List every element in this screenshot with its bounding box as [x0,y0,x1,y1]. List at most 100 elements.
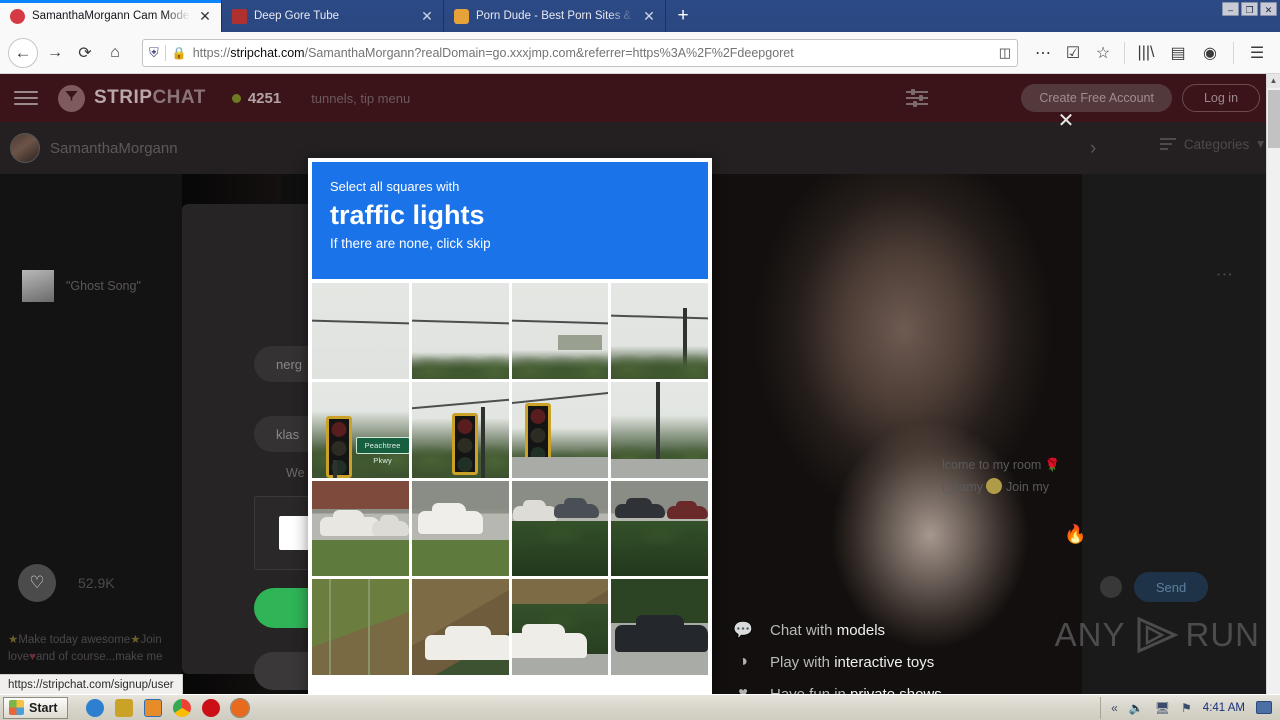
perk-item: 💬 Chat with models [732,614,978,646]
maximize-button[interactable]: ❐ [1241,2,1258,16]
expand-tray-icon[interactable]: « [1111,701,1118,715]
show-desktop-icon[interactable] [1256,701,1272,714]
internet-explorer-icon[interactable] [86,698,105,717]
parked-car [554,498,599,519]
tab-title: SamanthaMorgann Cam Model: Fr [32,10,190,22]
chevron-down-icon: ▾ [1257,136,1264,151]
categories-label: Categories [1183,136,1250,152]
captcha-tile-r4c1[interactable] [312,579,409,676]
power-line [611,314,708,320]
start-button[interactable]: Start [3,696,69,719]
filter-sliders-icon[interactable] [906,89,928,107]
signal-pole [333,460,338,478]
scroll-up-icon[interactable]: ▲ [1267,74,1280,88]
reload-button[interactable]: ⟳ [70,38,100,68]
account-icon[interactable]: ◉ [1195,38,1225,68]
pocket-icon[interactable]: ☑ [1058,38,1088,68]
song-title: "Ghost Song" [66,279,141,293]
create-free-account-button[interactable]: Create Free Account [1021,84,1172,112]
captcha-tile-r3c2[interactable] [411,480,509,577]
back-button[interactable]: ← [8,37,38,68]
explorer-icon[interactable] [115,698,134,717]
home-button[interactable]: ⌂ [100,38,130,68]
tab-close-icon[interactable]: ✕ [641,8,657,25]
captcha-grid: Peachtree Pkwy [312,283,708,676]
page-scrollbar[interactable]: ▲ [1266,74,1280,694]
captcha-tile-r4c2[interactable] [411,579,509,676]
captcha-tile-r1c2[interactable] [411,283,509,379]
forward-button[interactable]: → [40,38,70,68]
watermark-text-left: ANY [1054,616,1126,653]
captcha-tile-r1c3[interactable] [511,283,609,379]
opera-icon[interactable] [202,698,221,717]
toolbar-separator [1233,41,1234,64]
emoji-picker-button[interactable] [1100,576,1122,598]
address-bar[interactable]: ⛨ 🔒 https://stripchat.com/SamanthaMorgan… [142,38,1018,67]
chrome-icon[interactable] [173,698,192,717]
captcha-tile-r3c4[interactable] [611,480,708,577]
flag-icon[interactable]: ⚑ [1181,701,1192,715]
captcha-tile-r4c4[interactable] [611,579,708,676]
close-icon[interactable]: ✕ [1055,110,1077,132]
tab-title: Deep Gore Tube [254,10,340,22]
sidebar-icon[interactable]: ▤ [1163,38,1193,68]
app-menu-icon[interactable]: ☰ [1242,38,1272,68]
close-window-button[interactable]: ✕ [1260,2,1277,16]
browser-tab-2[interactable]: Deep Gore Tube ✕ [222,0,444,32]
bookmark-star-icon[interactable]: ☆ [1088,38,1118,68]
tab-close-icon[interactable]: ✕ [197,8,213,25]
captcha-tile-r2c1[interactable]: Peachtree Pkwy [312,381,409,478]
street-sign: Peachtree Pkwy [355,437,409,465]
power-line [411,397,509,411]
stripchat-logo[interactable]: STRIPCHAT [58,84,206,112]
tab-close-icon[interactable]: ✕ [419,8,435,25]
page-viewport: STRIPCHAT 4251 tunnels, tip menu Create … [0,74,1280,694]
chat-username: r_samy [942,480,983,494]
smiley-emoji-icon [986,478,1003,494]
avatar [10,133,40,163]
page-actions-icon[interactable]: ⋯ [1028,38,1058,68]
captcha-tile-r3c3[interactable] [511,480,609,577]
clock: 4:41 AM [1202,701,1245,714]
firefox-icon[interactable] [230,697,251,718]
perk-text-bold: private shows [850,685,942,695]
reader-mode-icon[interactable]: ◫ [999,45,1011,61]
captcha-error-message: Please try again. [308,679,712,694]
power-line [511,319,609,326]
captcha-tile-r2c4[interactable] [611,381,708,478]
browser-tab-3[interactable]: Porn Dude - Best Porn Sites & Free ✕ [444,0,666,32]
like-button[interactable]: ♡ [18,564,56,602]
captcha-tile-r1c4[interactable] [611,283,708,379]
media-player-icon[interactable] [144,698,163,717]
captcha-tile-r2c3[interactable] [511,381,609,478]
send-button[interactable]: Send [1134,572,1208,602]
categories-button[interactable]: Categories ▾ [1159,136,1264,152]
captcha-tile-r4c3[interactable] [511,579,609,676]
heart-icon: ♥ [29,651,36,663]
model-chip[interactable]: SamanthaMorgann [0,133,178,163]
hamburger-icon[interactable] [14,91,38,105]
library-icon[interactable]: |||\ [1131,38,1161,68]
scrollbar-thumb[interactable] [1268,90,1280,148]
network-icon[interactable]: 🖥 [1155,701,1170,715]
chat-text: lcome to my room [942,458,1042,472]
minimize-button[interactable]: – [1222,2,1239,16]
tracking-protection-icon[interactable]: ⛨ [149,45,159,61]
header-mid-text: tunnels, tip menu [311,90,411,106]
new-tab-button[interactable]: + [666,0,700,32]
toolbar-separator [1124,41,1125,64]
chevron-right-icon[interactable]: › [1090,138,1096,160]
song-widget[interactable]: "Ghost Song" [22,270,141,302]
star-icon: ★ [8,634,19,646]
captcha-target: traffic lights [330,200,485,230]
captcha-tile-r1c1[interactable] [312,283,409,379]
captcha-tile-r2c2[interactable] [411,381,509,478]
captcha-tile-r3c1[interactable] [312,480,409,577]
lock-icon[interactable]: 🔒 [172,46,187,60]
toolbar-right-group: |||\ ▤ ◉ ☰ [1131,38,1272,68]
chat-menu-icon[interactable]: ⋮ [1214,266,1234,284]
volume-icon[interactable]: 🔈 [1129,701,1144,715]
login-button[interactable]: Log in [1182,84,1260,112]
perk-item: ♥ Have fun in private shows [732,678,978,694]
browser-tab-1[interactable]: SamanthaMorgann Cam Model: Fr ✕ [0,0,222,32]
